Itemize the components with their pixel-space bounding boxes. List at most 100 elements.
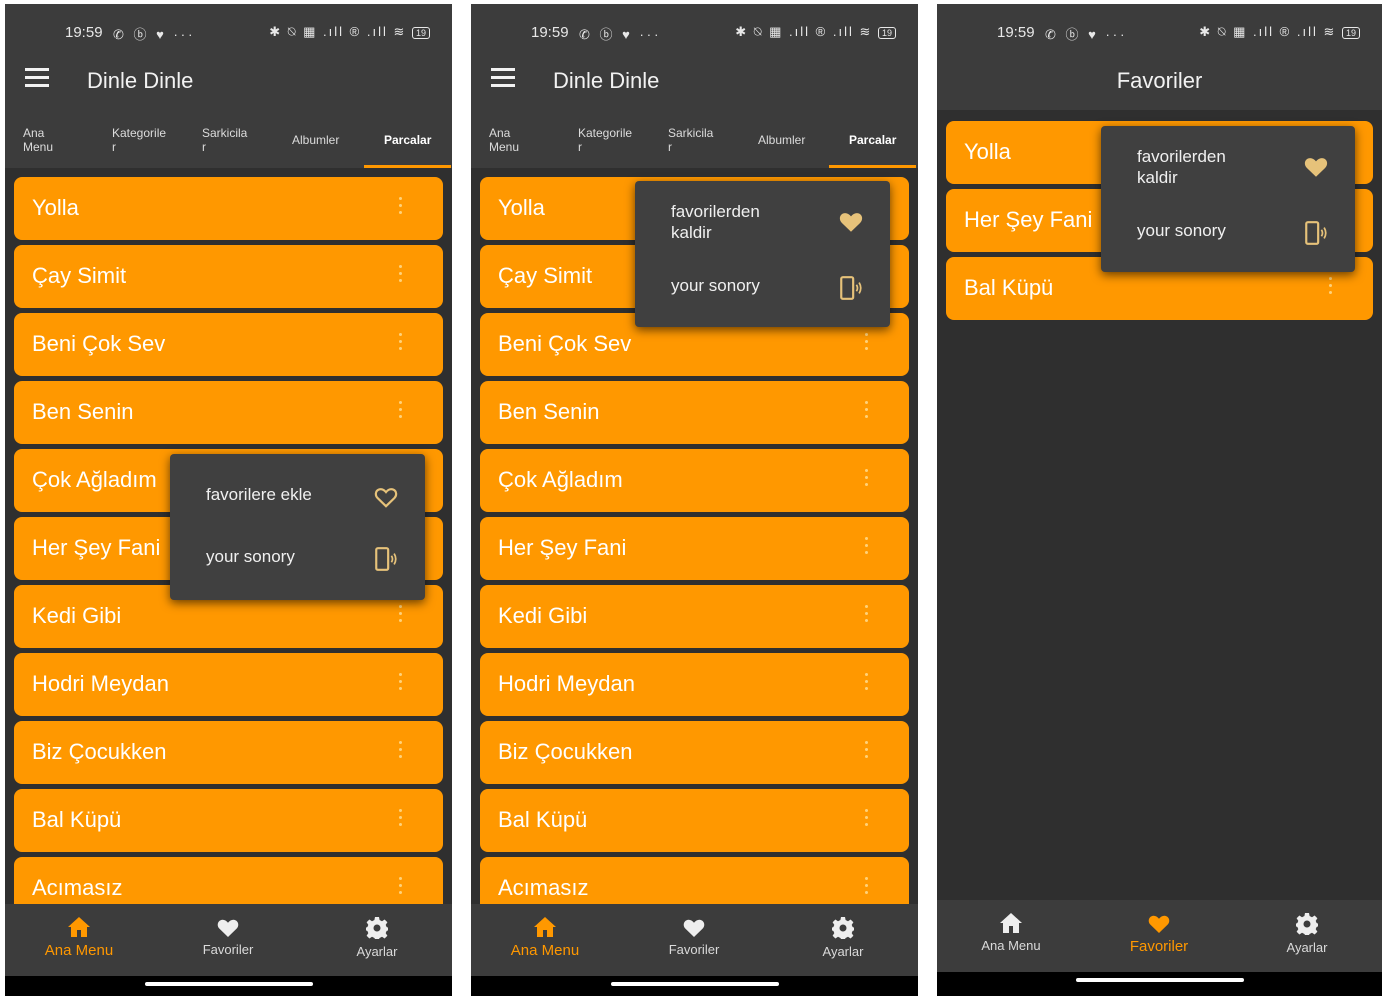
more-options-icon[interactable] xyxy=(399,197,403,217)
song-item[interactable]: Biz Çocukken xyxy=(14,721,443,784)
more-options-icon[interactable] xyxy=(399,605,403,625)
nav-favoriler[interactable]: Favoriler xyxy=(168,916,288,957)
tab-ana-menu[interactable]: Ana Menu xyxy=(23,126,53,184)
tab-label: Sarkicila xyxy=(202,126,248,140)
song-item[interactable]: Hodri Meydan xyxy=(480,653,909,716)
more-options-icon[interactable] xyxy=(1329,277,1333,297)
tab-parcalar[interactable]: Parcalar xyxy=(363,133,452,168)
phone-sound-icon xyxy=(1305,221,1327,245)
song-item[interactable]: Ben Senin xyxy=(14,381,443,444)
status-bar: 19:59 ✆ ⓑ ♥ ··· ✱ ⍉ ▦ .ıll ® .ıll ≋ 19 xyxy=(5,4,452,48)
nav-ana-menu[interactable]: Ana Menu xyxy=(951,912,1071,953)
more-options-icon[interactable] xyxy=(399,673,403,693)
app-bar: Favoriler xyxy=(937,48,1382,110)
more-options-icon[interactable] xyxy=(865,673,869,693)
your-sonory-option[interactable]: your sonory xyxy=(671,275,864,305)
tab-parcalar[interactable]: Parcalar xyxy=(828,133,917,168)
hamburger-menu-icon[interactable] xyxy=(491,68,515,88)
phone-screen-favorites: 19:59 ✆ ⓑ ♥ ··· ✱ ⍉ ▦ .ıll ® .ıll ≋ 19 F… xyxy=(937,4,1382,996)
your-sonory-option[interactable]: your sonory xyxy=(206,546,399,576)
song-item[interactable]: Ben Senin xyxy=(480,381,909,444)
song-title: Her Şey Fani xyxy=(32,535,161,560)
tab-albumler[interactable]: Albumler xyxy=(758,133,805,168)
home-indicator[interactable] xyxy=(1075,978,1244,982)
song-item[interactable]: Acımasız xyxy=(14,857,443,905)
song-item[interactable]: Çok Ağladım xyxy=(480,449,909,512)
tab-label: Sarkicila xyxy=(668,126,714,140)
song-item[interactable]: Bal Küpü xyxy=(14,789,443,852)
more-options-icon[interactable] xyxy=(399,809,403,829)
nav-ayarlar[interactable]: Ayarlar xyxy=(1247,912,1367,955)
song-title: Hodri Meydan xyxy=(498,671,635,696)
heart-icon xyxy=(683,919,705,937)
more-options-icon[interactable] xyxy=(399,741,403,761)
nav-ayarlar[interactable]: Ayarlar xyxy=(783,916,903,959)
song-item[interactable]: Her Şey Fani xyxy=(480,517,909,580)
nav-ana-menu[interactable]: Ana Menu xyxy=(19,916,139,959)
tab-albumler[interactable]: Albumler xyxy=(292,133,339,168)
tab-kategoriler[interactable]: Kategorile r xyxy=(112,126,166,184)
more-options-icon[interactable] xyxy=(865,401,869,421)
app-bar: Dinle Dinle xyxy=(471,48,918,110)
song-title: Kedi Gibi xyxy=(32,603,122,628)
more-options-icon[interactable] xyxy=(865,741,869,761)
song-title: Hodri Meydan xyxy=(32,671,169,696)
tab-ana-menu[interactable]: Ana Menu xyxy=(489,126,519,184)
bottom-navigation: Ana Menu Favoriler Ayarlar xyxy=(5,904,452,976)
hamburger-menu-icon[interactable] xyxy=(25,68,49,88)
song-title: Acımasız xyxy=(32,875,123,900)
your-sonory-option[interactable]: your sonory xyxy=(1137,220,1329,250)
tab-sarkicilar[interactable]: Sarkicila r xyxy=(202,126,247,184)
more-options-icon[interactable] xyxy=(865,537,869,557)
song-item[interactable]: Biz Çocukken xyxy=(480,721,909,784)
app-bar: Dinle Dinle xyxy=(5,48,452,110)
more-options-icon[interactable] xyxy=(399,333,403,353)
page-title: Favoriler xyxy=(1116,68,1203,93)
more-options-icon[interactable] xyxy=(399,401,403,421)
option-label-line1: favorilerden xyxy=(1137,147,1226,166)
app-title: Dinle Dinle xyxy=(553,68,660,93)
nav-favoriler[interactable]: Favoriler xyxy=(1099,912,1219,955)
song-item[interactable]: Kedi Gibi xyxy=(480,585,909,648)
add-to-favorites-option[interactable]: favorilere ekle xyxy=(206,484,399,514)
nav-favoriler[interactable]: Favoriler xyxy=(634,916,754,957)
nav-ayarlar[interactable]: Ayarlar xyxy=(317,916,437,959)
nav-ana-menu[interactable]: Ana Menu xyxy=(485,916,605,959)
gesture-bar xyxy=(937,972,1382,996)
song-item[interactable]: Acımasız xyxy=(480,857,909,905)
more-options-icon[interactable] xyxy=(865,877,869,897)
song-item[interactable]: Hodri Meydan xyxy=(14,653,443,716)
remove-from-favorites-option[interactable]: favorilerden kaldir xyxy=(1137,146,1329,190)
song-title: Çay Simit xyxy=(32,263,127,288)
home-icon xyxy=(68,917,90,937)
tab-kategoriler[interactable]: Kategorile r xyxy=(578,126,632,184)
more-options-icon[interactable] xyxy=(399,265,403,285)
song-title: Beni Çok Sev xyxy=(32,331,166,356)
phone-sound-icon xyxy=(375,547,397,571)
more-options-icon[interactable] xyxy=(865,605,869,625)
more-options-icon[interactable] xyxy=(865,333,869,353)
home-indicator[interactable] xyxy=(144,982,313,986)
song-item[interactable]: Bal Küpü xyxy=(480,789,909,852)
song-title: Ben Senin xyxy=(32,399,134,424)
more-options-icon[interactable] xyxy=(865,469,869,489)
song-item[interactable]: Beni Çok Sev xyxy=(14,313,443,376)
option-label: favorilere ekle xyxy=(206,485,312,504)
tab-label: Kategorile xyxy=(578,126,633,140)
battery-icon: 19 xyxy=(1341,27,1360,39)
tab-sarkicilar[interactable]: Sarkicila r xyxy=(668,126,713,184)
gesture-bar xyxy=(5,976,452,996)
option-label: favorilerden kaldir xyxy=(671,201,760,243)
option-label: your sonory xyxy=(671,276,760,295)
song-item[interactable]: Çay Simit xyxy=(14,245,443,308)
home-indicator[interactable] xyxy=(610,982,779,986)
song-options-menu: favorilere ekle your sonory xyxy=(170,454,425,600)
remove-from-favorites-option[interactable]: favorilerden kaldir xyxy=(671,201,864,245)
song-title: Kedi Gibi xyxy=(498,603,588,628)
phone-screen-songs-add-favorite: 19:59 ✆ ⓑ ♥ ··· ✱ ⍉ ▦ .ıll ® .ıll ≋ 19 D… xyxy=(5,4,452,996)
song-item[interactable]: Yolla xyxy=(14,177,443,240)
battery-icon: 19 xyxy=(411,27,430,39)
home-icon xyxy=(1000,913,1022,933)
more-options-icon[interactable] xyxy=(399,877,403,897)
more-options-icon[interactable] xyxy=(865,809,869,829)
